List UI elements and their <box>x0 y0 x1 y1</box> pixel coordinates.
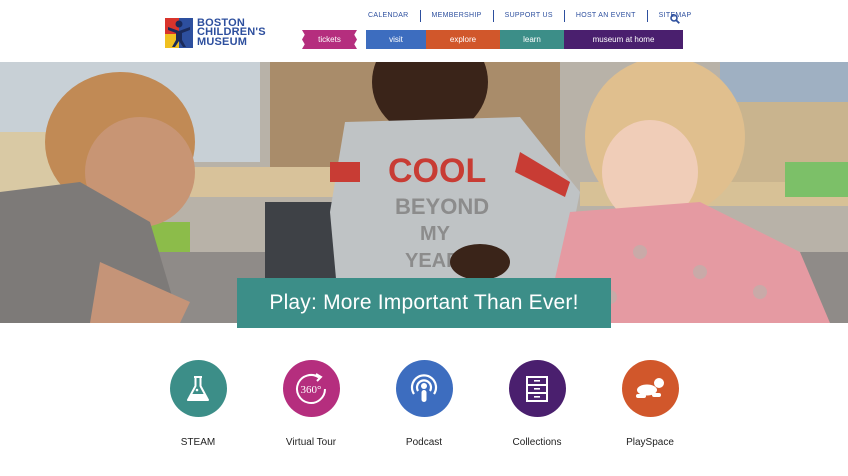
nav-explore[interactable]: explore <box>426 30 500 49</box>
feature-steam[interactable]: STEAM <box>138 360 258 448</box>
feature-label: STEAM <box>180 437 216 448</box>
feature-playspace[interactable]: PlaySpace <box>590 360 710 448</box>
util-link-host-an-event[interactable]: HOST AN EVENT <box>563 10 647 22</box>
main-nav: visit explore learn museum at home <box>366 30 683 49</box>
feature-virtual-tour[interactable]: 360° Virtual Tour <box>251 360 371 448</box>
feature-label: Collections <box>512 437 562 448</box>
crawling-baby-icon <box>621 360 679 417</box>
nav-visit[interactable]: visit <box>366 30 426 49</box>
feature-podcast[interactable]: Podcast <box>364 360 484 448</box>
shirt-text-my: MY <box>420 223 451 245</box>
nav-learn[interactable]: learn <box>500 30 564 49</box>
util-link-calendar[interactable]: CALENDAR <box>360 10 420 22</box>
360-icon: 360° <box>282 360 340 417</box>
util-link-support-us[interactable]: SUPPORT US <box>492 10 564 22</box>
flask-icon <box>169 360 227 417</box>
logo-text: BOSTON CHILDREN'S MUSEUM <box>197 18 266 48</box>
tickets-button[interactable]: tickets <box>302 30 357 49</box>
svg-text:360°: 360° <box>301 384 322 396</box>
shirt-text-beyond: BEYOND <box>395 194 489 219</box>
hero-headline[interactable]: Play: More Important Than Ever! <box>237 278 611 328</box>
podcast-icon <box>395 360 453 417</box>
logo-mark-icon <box>165 18 193 48</box>
logo-line-3: MUSEUM <box>197 35 248 48</box>
feature-label: Podcast <box>405 437 443 448</box>
site-header: BOSTON CHILDREN'S MUSEUM CALENDAR MEMBER… <box>0 0 848 62</box>
search-icon[interactable] <box>670 11 680 24</box>
feature-links: STEAM 360° Virtual Tour Podcast Collecti… <box>0 360 848 476</box>
utility-nav: CALENDAR MEMBERSHIP SUPPORT US HOST AN E… <box>360 10 702 22</box>
shirt-text-cool: COOL <box>388 152 486 190</box>
cabinet-icon <box>508 360 566 417</box>
feature-label: Virtual Tour <box>285 437 337 448</box>
feature-label: PlaySpace <box>626 437 674 448</box>
util-link-membership[interactable]: MEMBERSHIP <box>419 10 493 22</box>
feature-collections[interactable]: Collections <box>477 360 597 448</box>
museum-logo[interactable]: BOSTON CHILDREN'S MUSEUM <box>165 18 266 48</box>
nav-museum-at-home[interactable]: museum at home <box>564 30 683 49</box>
